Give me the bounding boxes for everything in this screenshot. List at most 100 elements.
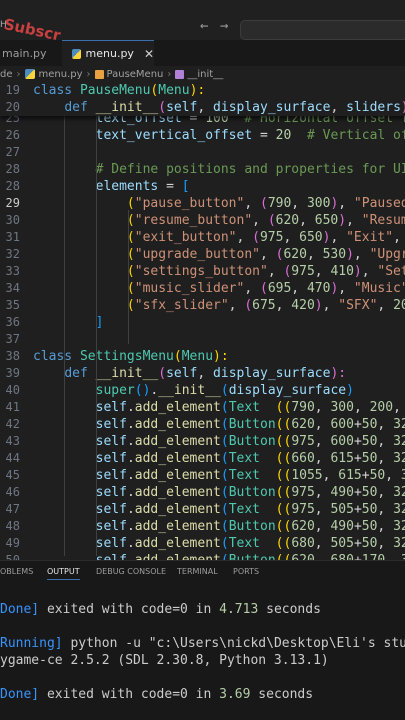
code-token: self bbox=[95, 434, 127, 449]
panel-tab[interactable]: PORTS bbox=[233, 567, 259, 576]
code-line[interactable]: 49 self.add_element(Text ((680, 505+50, … bbox=[0, 535, 405, 552]
output-line: ygame-ce 2.5.2 (SDL 2.30.8, Python 3.13.… bbox=[0, 653, 329, 668]
code-line[interactable]: 43 self.add_element(Button((975, 600+50,… bbox=[0, 433, 405, 450]
code-token: ( bbox=[158, 100, 167, 115]
line-number[interactable]: 19 bbox=[0, 82, 20, 99]
tab-main-py[interactable]: main.py bbox=[0, 40, 62, 66]
line-number[interactable]: 43 bbox=[0, 433, 20, 450]
line-number[interactable]: 50 bbox=[0, 552, 20, 560]
line-number[interactable]: 20 bbox=[0, 99, 20, 116]
line-number[interactable]: 30 bbox=[0, 212, 20, 229]
code-text: # Define positions and properties for UI… bbox=[33, 161, 405, 178]
code-token: Button bbox=[228, 485, 276, 500]
line-number[interactable]: 37 bbox=[0, 331, 20, 348]
code-line[interactable]: 37 bbox=[0, 331, 405, 348]
code-token: . bbox=[126, 400, 135, 415]
line-number[interactable]: 45 bbox=[0, 467, 20, 484]
code-line[interactable]: 50 self.add_element(Button((620, 680+170… bbox=[0, 552, 405, 560]
code-token: , bbox=[314, 502, 331, 517]
code-token: , bbox=[338, 196, 354, 211]
sticky-scroll-header[interactable]: 19 class PauseMenu(Menu): 20 def __init__(… bbox=[0, 82, 405, 116]
code-token: , bbox=[377, 502, 394, 517]
line-number[interactable]: 40 bbox=[0, 382, 20, 399]
code-line[interactable]: 19 class PauseMenu(Menu): bbox=[0, 82, 405, 99]
panel-tab[interactable]: OBLEMS bbox=[0, 567, 33, 576]
panel-tab[interactable]: OUTPUT bbox=[47, 567, 80, 580]
line-number[interactable]: 29 bbox=[0, 195, 20, 212]
code-line[interactable]: 39 def __init__(self, display_surface): bbox=[0, 365, 405, 382]
code-editor[interactable]: 19 class PauseMenu(Menu): 20 def __init__(… bbox=[0, 82, 405, 560]
line-number[interactable]: 46 bbox=[0, 484, 20, 501]
code-line[interactable]: 27 bbox=[0, 144, 405, 161]
output-panel[interactable]: Done] exited with code=0 in 4.713 second… bbox=[0, 583, 405, 720]
code-token: ( bbox=[259, 281, 268, 296]
code-token: , bbox=[377, 434, 394, 449]
code-token: + bbox=[353, 502, 362, 517]
line-number[interactable]: 47 bbox=[0, 501, 20, 518]
code-line[interactable]: 20 def __init__(self, display_surface, s… bbox=[0, 99, 405, 116]
code-line[interactable]: 42 self.add_element(Button((620, 600+50,… bbox=[0, 416, 405, 433]
code-line[interactable]: 35 ("sfx_slider", (675, 420), "SFX", 20,… bbox=[0, 297, 405, 314]
line-number[interactable]: 32 bbox=[0, 246, 20, 263]
breadcrumb-class[interactable]: PauseMenu bbox=[107, 69, 164, 80]
breadcrumb-method[interactable]: __init__ bbox=[187, 69, 223, 80]
breadcrumb-file[interactable]: menu.py bbox=[39, 69, 83, 80]
code-line[interactable]: 41 self.add_element(Text ((790, 300, 200… bbox=[0, 399, 405, 416]
line-number[interactable]: 33 bbox=[0, 263, 20, 280]
output-text: exited with code=0 in bbox=[39, 602, 220, 617]
code-line[interactable]: 46 self.add_element(Button((975, 490+50,… bbox=[0, 484, 405, 501]
code-line[interactable]: 44 self.add_element(Text ((660, 615+50, … bbox=[0, 450, 405, 467]
close-tab-icon[interactable]: ✕ bbox=[144, 47, 154, 61]
line-number[interactable]: 28 bbox=[0, 178, 20, 195]
command-center-search[interactable] bbox=[240, 20, 405, 40]
code-line[interactable]: 29 ("pause_button", (790, 300), "Paused"… bbox=[0, 195, 405, 212]
code-token: [ bbox=[181, 179, 190, 194]
code-token: 325 bbox=[393, 502, 405, 517]
code-token: 620 bbox=[283, 247, 307, 262]
line-number[interactable]: 28 bbox=[0, 161, 20, 178]
line-number[interactable]: 49 bbox=[0, 535, 20, 552]
line-number[interactable]: 42 bbox=[0, 416, 20, 433]
code-line[interactable]: 38 class SettingsMenu(Menu): bbox=[0, 348, 405, 365]
code-line[interactable]: 26 text_vertical_offset = 20 # Vertical … bbox=[0, 127, 405, 144]
code-token: Text bbox=[228, 468, 260, 483]
line-number[interactable]: 26 bbox=[0, 127, 20, 144]
code-text: self.add_element(Button((620, 490+50, 32… bbox=[33, 518, 405, 535]
code-token: "exit_button" bbox=[134, 230, 237, 245]
back-arrow-icon[interactable]: ← bbox=[200, 18, 208, 34]
line-number[interactable]: 36 bbox=[0, 314, 20, 331]
line-number[interactable]: 48 bbox=[0, 518, 20, 535]
breadcrumb-folder[interactable]: de bbox=[0, 69, 13, 80]
forward-arrow-icon[interactable]: → bbox=[220, 18, 228, 34]
code-token: "music_slider" bbox=[134, 281, 245, 296]
code-line[interactable]: 30 ("resume_button", (620, 650), "Resume… bbox=[0, 212, 405, 229]
code-line[interactable]: 32 ("upgrade_button", (620, 530), "Upgra… bbox=[0, 246, 405, 263]
line-number[interactable]: 44 bbox=[0, 450, 20, 467]
code-line[interactable]: 36 ] bbox=[0, 314, 405, 331]
code-line[interactable]: 40 super().__init__(display_surface) bbox=[0, 382, 405, 399]
code-text: self.add_element(Button((620, 600+50, 32… bbox=[33, 416, 405, 433]
code-line[interactable]: 31 ("exit_button", (975, 650), "Exit", 4… bbox=[0, 229, 405, 246]
line-number[interactable]: 38 bbox=[0, 348, 20, 365]
code-line[interactable]: 48 self.add_element(Button((620, 490+50,… bbox=[0, 518, 405, 535]
line-number[interactable]: 34 bbox=[0, 280, 20, 297]
tab-menu-py[interactable]: menu.py ✕ bbox=[62, 40, 154, 66]
code-line[interactable]: 28 elements = [ bbox=[0, 178, 405, 195]
code-line[interactable]: 33 ("settings_button", (975, 410), "Sett… bbox=[0, 263, 405, 280]
code-token: (( bbox=[276, 553, 292, 560]
line-number[interactable]: 35 bbox=[0, 297, 20, 314]
code-line[interactable]: 45 self.add_element(Text ((1055, 615+50,… bbox=[0, 467, 405, 484]
code-line[interactable]: 47 self.add_element(Text ((975, 505+50, … bbox=[0, 501, 405, 518]
line-number[interactable]: 41 bbox=[0, 399, 20, 416]
line-number[interactable]: 31 bbox=[0, 229, 20, 246]
code-line[interactable]: 28 # Define positions and properties for… bbox=[0, 161, 405, 178]
code-token: 490 bbox=[330, 519, 354, 534]
line-number[interactable]: 39 bbox=[0, 365, 20, 382]
panel-tab[interactable]: DEBUG CONSOLE bbox=[96, 567, 166, 576]
code-token: , bbox=[252, 213, 268, 228]
code-line[interactable]: 34 ("music_slider", (695, 470), "Music",… bbox=[0, 280, 405, 297]
code-token: __init__ bbox=[95, 366, 159, 381]
panel-tab[interactable]: TERMINAL bbox=[177, 567, 218, 576]
line-number[interactable]: 27 bbox=[0, 144, 20, 161]
